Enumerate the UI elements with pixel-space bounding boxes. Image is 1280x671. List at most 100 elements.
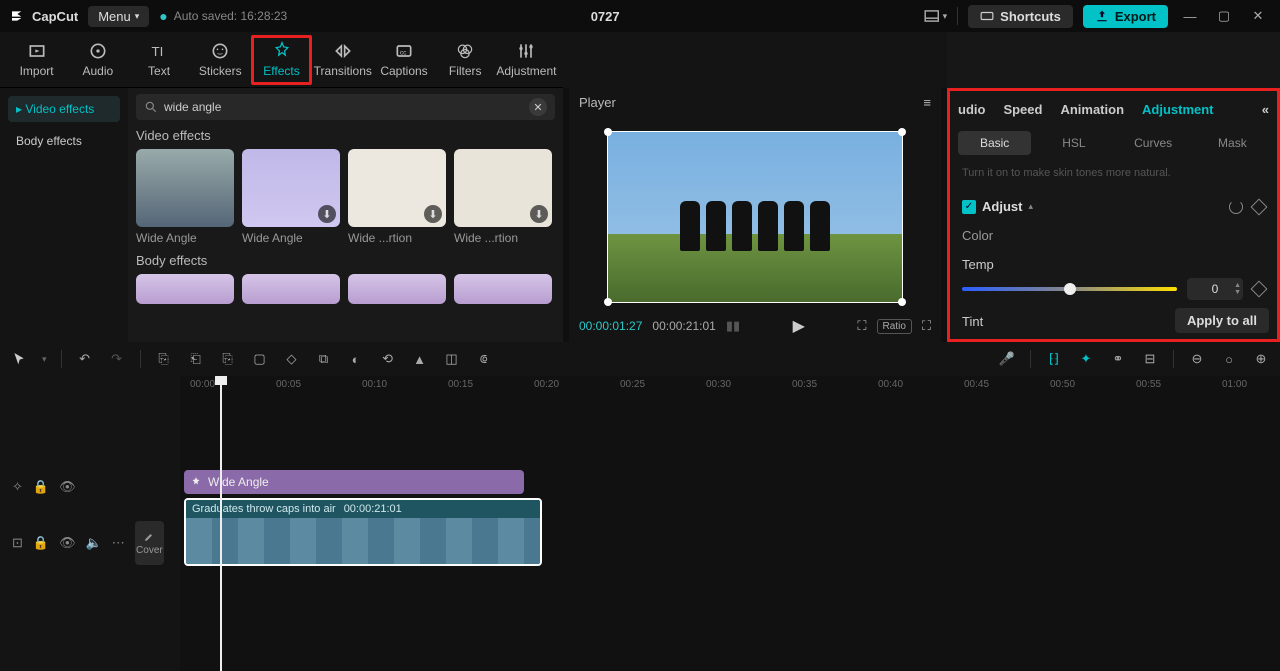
timeline-tracks[interactable]: 00:00 00:05 00:10 00:15 00:20 00:25 00:3…: [180, 376, 1280, 671]
resize-handle[interactable]: [898, 298, 906, 306]
zoom-slider-icon[interactable]: ○: [1220, 350, 1238, 368]
slider-knob[interactable]: [1064, 283, 1076, 295]
tab-animation[interactable]: Animation: [1060, 102, 1124, 117]
crop-icon[interactable]: ⟃: [475, 350, 493, 368]
subtab-curves[interactable]: Curves: [1117, 131, 1190, 155]
keyframe-icon[interactable]: [1251, 198, 1268, 215]
temp-value-box[interactable]: 0▲▼: [1187, 278, 1243, 300]
search-input[interactable]: [164, 100, 523, 114]
player-menu-icon[interactable]: ≡: [923, 95, 931, 110]
download-icon[interactable]: ⬇: [530, 205, 548, 223]
tab-adjustment-insp[interactable]: Adjustment: [1142, 102, 1214, 117]
tab-transitions[interactable]: Transitions: [312, 35, 373, 85]
resize-handle[interactable]: [604, 298, 612, 306]
scale-icon[interactable]: ⛶: [857, 318, 866, 334]
sidebar-item-body-effects[interactable]: Body effects: [8, 128, 120, 154]
lock-icon[interactable]: 🔒: [33, 535, 49, 551]
effect-thumb[interactable]: ⬇ Wide ...rtion: [348, 149, 446, 245]
effect-thumb[interactable]: Wide Angle: [136, 149, 234, 245]
clear-search-button[interactable]: ✕: [529, 98, 547, 116]
speed-icon[interactable]: ◫: [443, 350, 461, 368]
sidebar-item-video-effects[interactable]: ▸ Video effects: [8, 96, 120, 122]
pin-icon[interactable]: ✧: [12, 479, 23, 495]
play-button[interactable]: ▶: [793, 316, 805, 336]
resize-handle[interactable]: [898, 128, 906, 136]
time-ruler[interactable]: 00:00 00:05 00:10 00:15 00:20 00:25 00:3…: [180, 376, 1280, 396]
tab-effects[interactable]: Effects: [251, 35, 312, 85]
options-icon[interactable]: ⊡: [12, 535, 23, 551]
eye-icon[interactable]: 👁: [59, 479, 76, 495]
reverse-icon[interactable]: ⟲: [379, 350, 397, 368]
split-icon[interactable]: ⎘: [155, 350, 173, 368]
download-icon[interactable]: ⬇: [424, 205, 442, 223]
trim-right-icon[interactable]: ⎘: [219, 350, 237, 368]
adjust-section-header[interactable]: ✓ Adjust ▴: [962, 199, 1265, 214]
effect-thumb[interactable]: [454, 274, 552, 304]
player-frame[interactable]: [607, 131, 903, 303]
player-viewport[interactable]: [569, 116, 941, 310]
mic-icon[interactable]: 🎤: [998, 350, 1016, 368]
zoom-in-icon[interactable]: ⊕: [1252, 350, 1270, 368]
tab-import[interactable]: Import: [6, 35, 67, 85]
layout-icon[interactable]: ▾: [923, 4, 947, 28]
shortcuts-button[interactable]: Shortcuts: [968, 5, 1073, 28]
magnet-icon[interactable]: ⁅⁆: [1045, 350, 1063, 368]
export-button[interactable]: Export: [1083, 5, 1168, 28]
adjust-checkbox[interactable]: ✓: [962, 200, 976, 214]
apply-to-all-button[interactable]: Apply to all: [1175, 308, 1269, 333]
align-icon[interactable]: ⊟: [1141, 350, 1159, 368]
menu-button[interactable]: Menu▾: [88, 6, 149, 27]
lock-icon[interactable]: 🔒: [33, 479, 49, 495]
tab-filters[interactable]: Filters: [435, 35, 496, 85]
video-clip[interactable]: Graduates throw caps into air 00:00:21:0…: [184, 498, 542, 566]
subtab-hsl[interactable]: HSL: [1037, 131, 1110, 155]
zoom-out-icon[interactable]: ⊖: [1188, 350, 1206, 368]
mute-icon[interactable]: 🔈: [86, 535, 102, 551]
snap-icon[interactable]: ✦: [1077, 350, 1095, 368]
resize-handle[interactable]: [604, 128, 612, 136]
keyframe-icon[interactable]: [1251, 281, 1268, 298]
tab-text[interactable]: TI Text: [128, 35, 189, 85]
reset-icon[interactable]: [1229, 200, 1243, 214]
tab-adjustment[interactable]: Adjustment: [496, 35, 557, 85]
tab-audio[interactable]: udio: [958, 102, 985, 117]
tab-audio[interactable]: Audio: [67, 35, 128, 85]
pointer-tool-icon[interactable]: [10, 350, 28, 368]
mirror-icon[interactable]: ◐: [347, 350, 365, 368]
fullscreen-icon[interactable]: ⛶: [922, 318, 931, 334]
effect-thumb[interactable]: [136, 274, 234, 304]
collapse-icon[interactable]: «: [1262, 102, 1269, 117]
collapse-triangle-icon[interactable]: ▴: [1028, 201, 1033, 212]
spinner-icon[interactable]: ▲▼: [1234, 282, 1241, 296]
effect-thumb[interactable]: ⬇ Wide ...rtion: [454, 149, 552, 245]
redo-button[interactable]: ↷: [108, 350, 126, 368]
effect-thumb[interactable]: ⬇ Wide Angle: [242, 149, 340, 245]
cover-button[interactable]: Cover: [135, 521, 164, 565]
tab-captions[interactable]: cc Captions: [373, 35, 434, 85]
ratio-button[interactable]: Ratio: [877, 319, 912, 334]
effect-thumb[interactable]: [348, 274, 446, 304]
eye-icon[interactable]: 👁: [59, 535, 76, 551]
copy-icon[interactable]: ⧉: [315, 350, 333, 368]
temp-slider[interactable]: [962, 287, 1177, 291]
trim-left-icon[interactable]: ⎗: [187, 350, 205, 368]
effect-clip[interactable]: Wide Angle: [184, 470, 524, 494]
close-button[interactable]: ✕: [1246, 4, 1270, 28]
marker-icon[interactable]: ◇: [283, 350, 301, 368]
delete-icon[interactable]: ▢: [251, 350, 269, 368]
freeze-icon[interactable]: ▲: [411, 350, 429, 368]
list-view-icon[interactable]: ▮▮: [726, 318, 740, 334]
playhead[interactable]: [220, 376, 222, 671]
tab-stickers[interactable]: Stickers: [190, 35, 251, 85]
effect-thumb[interactable]: [242, 274, 340, 304]
subtab-mask[interactable]: Mask: [1196, 131, 1269, 155]
subtab-basic[interactable]: Basic: [958, 131, 1031, 155]
more-icon[interactable]: ⋯: [112, 535, 125, 551]
effects-search[interactable]: ✕: [136, 94, 555, 120]
minimize-button[interactable]: —: [1178, 4, 1202, 28]
link-icon[interactable]: ⚭: [1109, 350, 1127, 368]
pointer-dropdown-icon[interactable]: ▾: [42, 354, 47, 365]
maximize-button[interactable]: ▢: [1212, 4, 1236, 28]
undo-button[interactable]: ↶: [76, 350, 94, 368]
download-icon[interactable]: ⬇: [318, 205, 336, 223]
